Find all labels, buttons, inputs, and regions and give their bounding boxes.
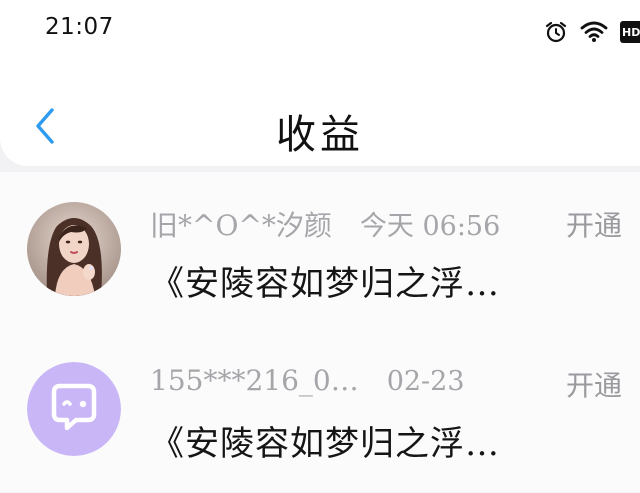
username: 旧*^O^*汐颜: [150, 209, 332, 242]
item-meta: 旧*^O^*汐颜 今天 06:56: [150, 204, 500, 244]
avatar[interactable]: [27, 202, 121, 296]
book-title: 《安陵容如梦归之浮…: [150, 424, 500, 464]
page-title: 收益: [276, 112, 364, 158]
username: 155***216_0…: [150, 364, 359, 397]
wifi-icon: [580, 21, 608, 43]
earnings-list: 旧*^O^*汐颜 今天 06:56 开通 《安陵容如梦归之浮… 155***21…: [0, 166, 640, 493]
hd-icon: HD: [620, 21, 640, 43]
status-icons: HD: [544, 18, 640, 46]
user-photo-icon: [27, 202, 121, 296]
list-item[interactable]: 155***216_0… 02-23 开通 《安陵容如梦归之浮…: [0, 332, 640, 492]
action-label: 开通: [566, 209, 623, 242]
action-label: 开通: [566, 369, 623, 402]
list-item[interactable]: 旧*^O^*汐颜 今天 06:56 开通 《安陵容如梦归之浮…: [0, 172, 640, 335]
date-label: 今天 06:56: [359, 211, 501, 242]
status-time: 21:07: [45, 14, 114, 40]
item-meta: 155***216_0… 02-23: [150, 364, 465, 397]
header: 收益: [0, 60, 640, 166]
date-label: 02-23: [386, 366, 465, 397]
book-title: 《安陵容如梦归之浮…: [150, 264, 500, 304]
default-chat-icon: [27, 362, 121, 456]
avatar[interactable]: [27, 362, 121, 456]
alarm-icon: [544, 20, 568, 44]
status-bar: 21:07 HD: [0, 0, 640, 60]
